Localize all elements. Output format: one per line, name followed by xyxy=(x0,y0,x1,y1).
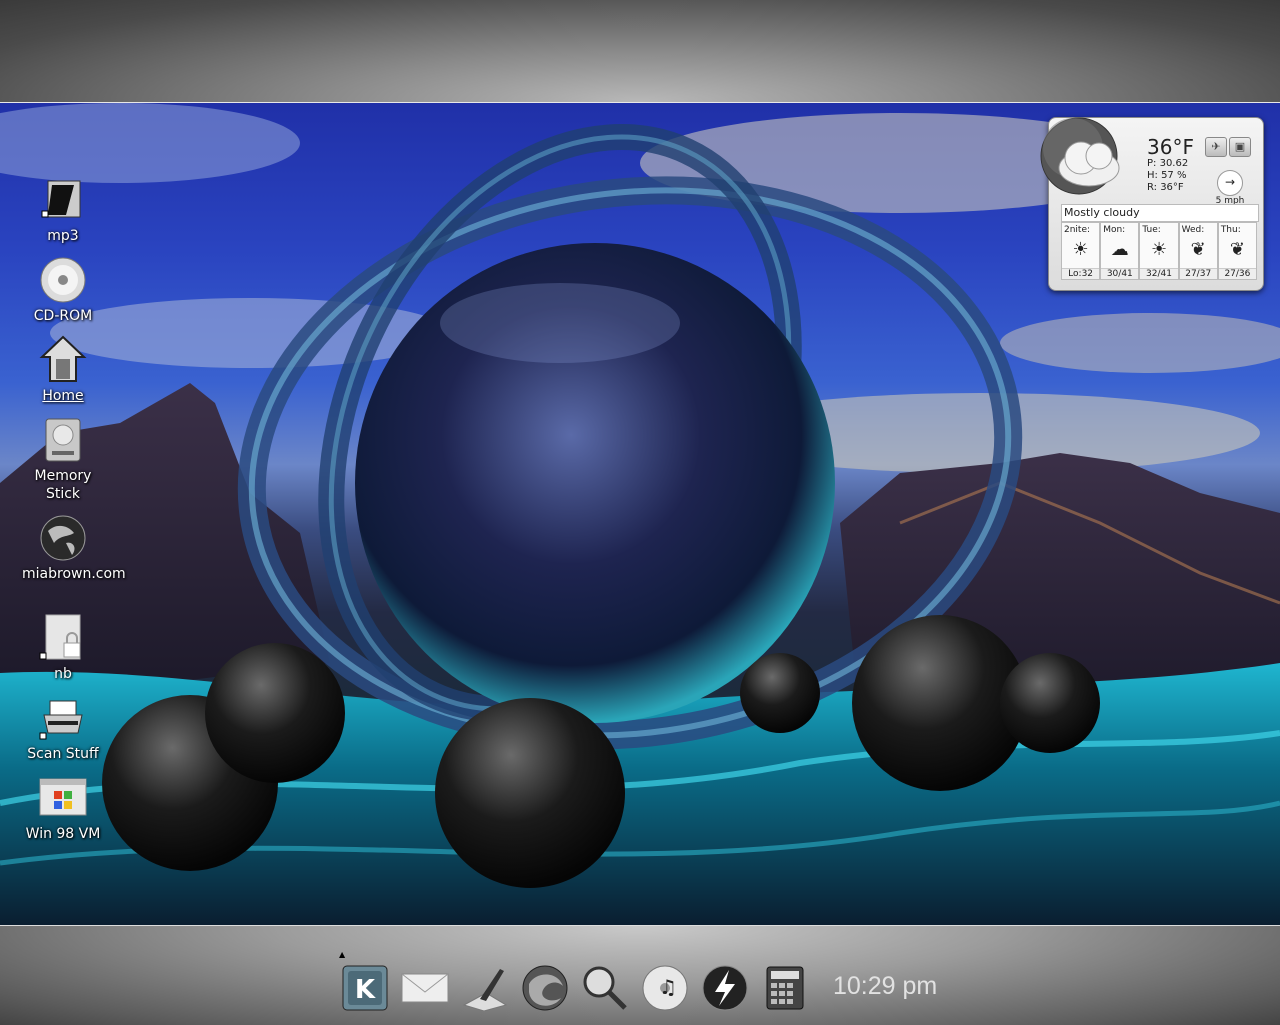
firefox-icon xyxy=(522,965,568,1011)
panel-hide-arrow-icon[interactable]: ▲ xyxy=(339,950,345,959)
calculator-button[interactable] xyxy=(760,963,810,1013)
music-cd-icon: ♫ xyxy=(642,965,688,1011)
desktop-icon-label: miabrown.com xyxy=(22,566,126,582)
forecast-day: Mon: ☁ 30/41 xyxy=(1100,222,1140,280)
camera-icon: ▣ xyxy=(1234,140,1246,153)
locked-file-icon xyxy=(38,613,88,663)
camera-button[interactable]: ▣ xyxy=(1229,137,1251,157)
envelope-icon xyxy=(401,973,449,1003)
forecast-temps: Lo:32 xyxy=(1062,268,1100,279)
pressure-value: P: 30.62 xyxy=(1147,158,1189,169)
storm-icon: ☁ xyxy=(1110,239,1129,260)
forecast-day-label: Thu: xyxy=(1220,225,1241,235)
desktop-icon-label: Home xyxy=(42,388,84,404)
home-icon xyxy=(38,335,88,385)
desktop-icon-mp3[interactable]: mp3 xyxy=(22,175,104,245)
forecast-temps: 27/37 xyxy=(1179,268,1217,279)
top-panel xyxy=(0,0,1280,103)
windy-icon: ❦ xyxy=(1190,239,1206,260)
desktop-icon-nb[interactable]: nb xyxy=(22,613,104,683)
browser-button[interactable] xyxy=(520,963,570,1013)
svg-text:♫: ♫ xyxy=(659,975,677,999)
brush-icon xyxy=(462,969,508,1011)
kde-menu-button[interactable]: K xyxy=(340,963,390,1013)
desktop-icon-cdrom[interactable]: CD-ROM xyxy=(22,255,104,325)
forecast-day-label: Mon: xyxy=(1103,225,1126,235)
svg-text:K: K xyxy=(355,975,376,1005)
music-folder-icon xyxy=(38,175,88,225)
windows-vm-icon xyxy=(38,773,88,823)
desktop-icon-label: Memory Stick xyxy=(34,468,92,502)
humidity-value: H: 57 % xyxy=(1147,170,1187,181)
map-button[interactable]: ✈ xyxy=(1205,137,1227,157)
wind-indicator: → 5 mph xyxy=(1215,170,1245,206)
desktop-icon-win98-vm[interactable]: Win 98 VM xyxy=(22,773,104,843)
wind-direction-icon: → xyxy=(1217,170,1243,196)
forecast-strip: 2nite: ☀ Lo:32 Mon: ☁ 30/41 Tue: ☀ 32/41… xyxy=(1061,222,1258,280)
desktop-icon-label: mp3 xyxy=(47,228,79,244)
forecast-day-label: 2nite: xyxy=(1064,225,1091,235)
lightning-icon xyxy=(702,965,748,1011)
forecast-day: Tue: ☀ 32/41 xyxy=(1139,222,1179,280)
panel-clock[interactable]: 10:29 pm xyxy=(833,972,937,1001)
magnifier-icon xyxy=(583,966,627,1010)
quick-launch-button[interactable] xyxy=(700,963,750,1013)
cd-rom-icon xyxy=(38,255,88,305)
current-temperature: 36°F xyxy=(1147,135,1194,159)
forecast-temps: 27/36 xyxy=(1218,268,1257,279)
editor-button[interactable] xyxy=(460,963,510,1013)
weather-stats: P: 30.62 H: 57 % R: 36°F xyxy=(1147,158,1188,194)
forecast-day: Wed: ❦ 27/37 xyxy=(1178,222,1218,280)
music-button[interactable]: ♫ xyxy=(640,963,690,1013)
windy-icon: ❦ xyxy=(1229,239,1245,260)
memory-stick-icon xyxy=(38,415,88,465)
forecast-temps: 30/41 xyxy=(1101,268,1139,279)
desktop-icon-scan-stuff[interactable]: Scan Stuff xyxy=(22,693,104,763)
forecast-day-label: Wed: xyxy=(1181,225,1205,235)
weather-widget[interactable]: 36°F P: 30.62 H: 57 % R: 36°F ✈ ▣ → 5 mp… xyxy=(1040,117,1264,291)
forecast-day: Thu: ❦ 27/36 xyxy=(1217,222,1258,280)
calculator-icon xyxy=(766,966,804,1010)
desktop-icon-home[interactable]: Home xyxy=(22,335,104,405)
realfeel-value: R: 36°F xyxy=(1147,182,1184,193)
weather-condition: Mostly cloudy xyxy=(1061,204,1259,222)
desktop-icon-memory-stick[interactable]: Memory Stick xyxy=(22,415,104,503)
desktop-icon-miabrown[interactable]: miabrown.com xyxy=(22,513,126,583)
forecast-temps: 32/41 xyxy=(1140,268,1178,279)
mail-button[interactable] xyxy=(400,963,450,1013)
scanner-icon xyxy=(38,693,88,743)
airplane-icon: ✈ xyxy=(1211,140,1221,153)
kde-k-icon: K xyxy=(342,965,388,1011)
search-button[interactable] xyxy=(580,963,630,1013)
desktop-icon-label: Scan Stuff xyxy=(27,746,99,762)
desktop-icon-label: Win 98 VM xyxy=(25,826,101,842)
taskbar-launchers: K ♫ xyxy=(340,960,820,1016)
desktop-icon-label: CD-ROM xyxy=(33,308,93,324)
partly-sunny-icon: ☀ xyxy=(1150,239,1168,260)
forecast-day: 2nite: ☀ Lo:32 xyxy=(1061,222,1101,280)
partly-cloudy-night-icon: ☀ xyxy=(1072,239,1089,260)
desktop-icon-label: nb xyxy=(54,666,72,682)
forecast-day-label: Tue: xyxy=(1142,225,1161,235)
cloudy-moon-icon xyxy=(1039,116,1135,204)
globe-icon xyxy=(38,513,88,563)
